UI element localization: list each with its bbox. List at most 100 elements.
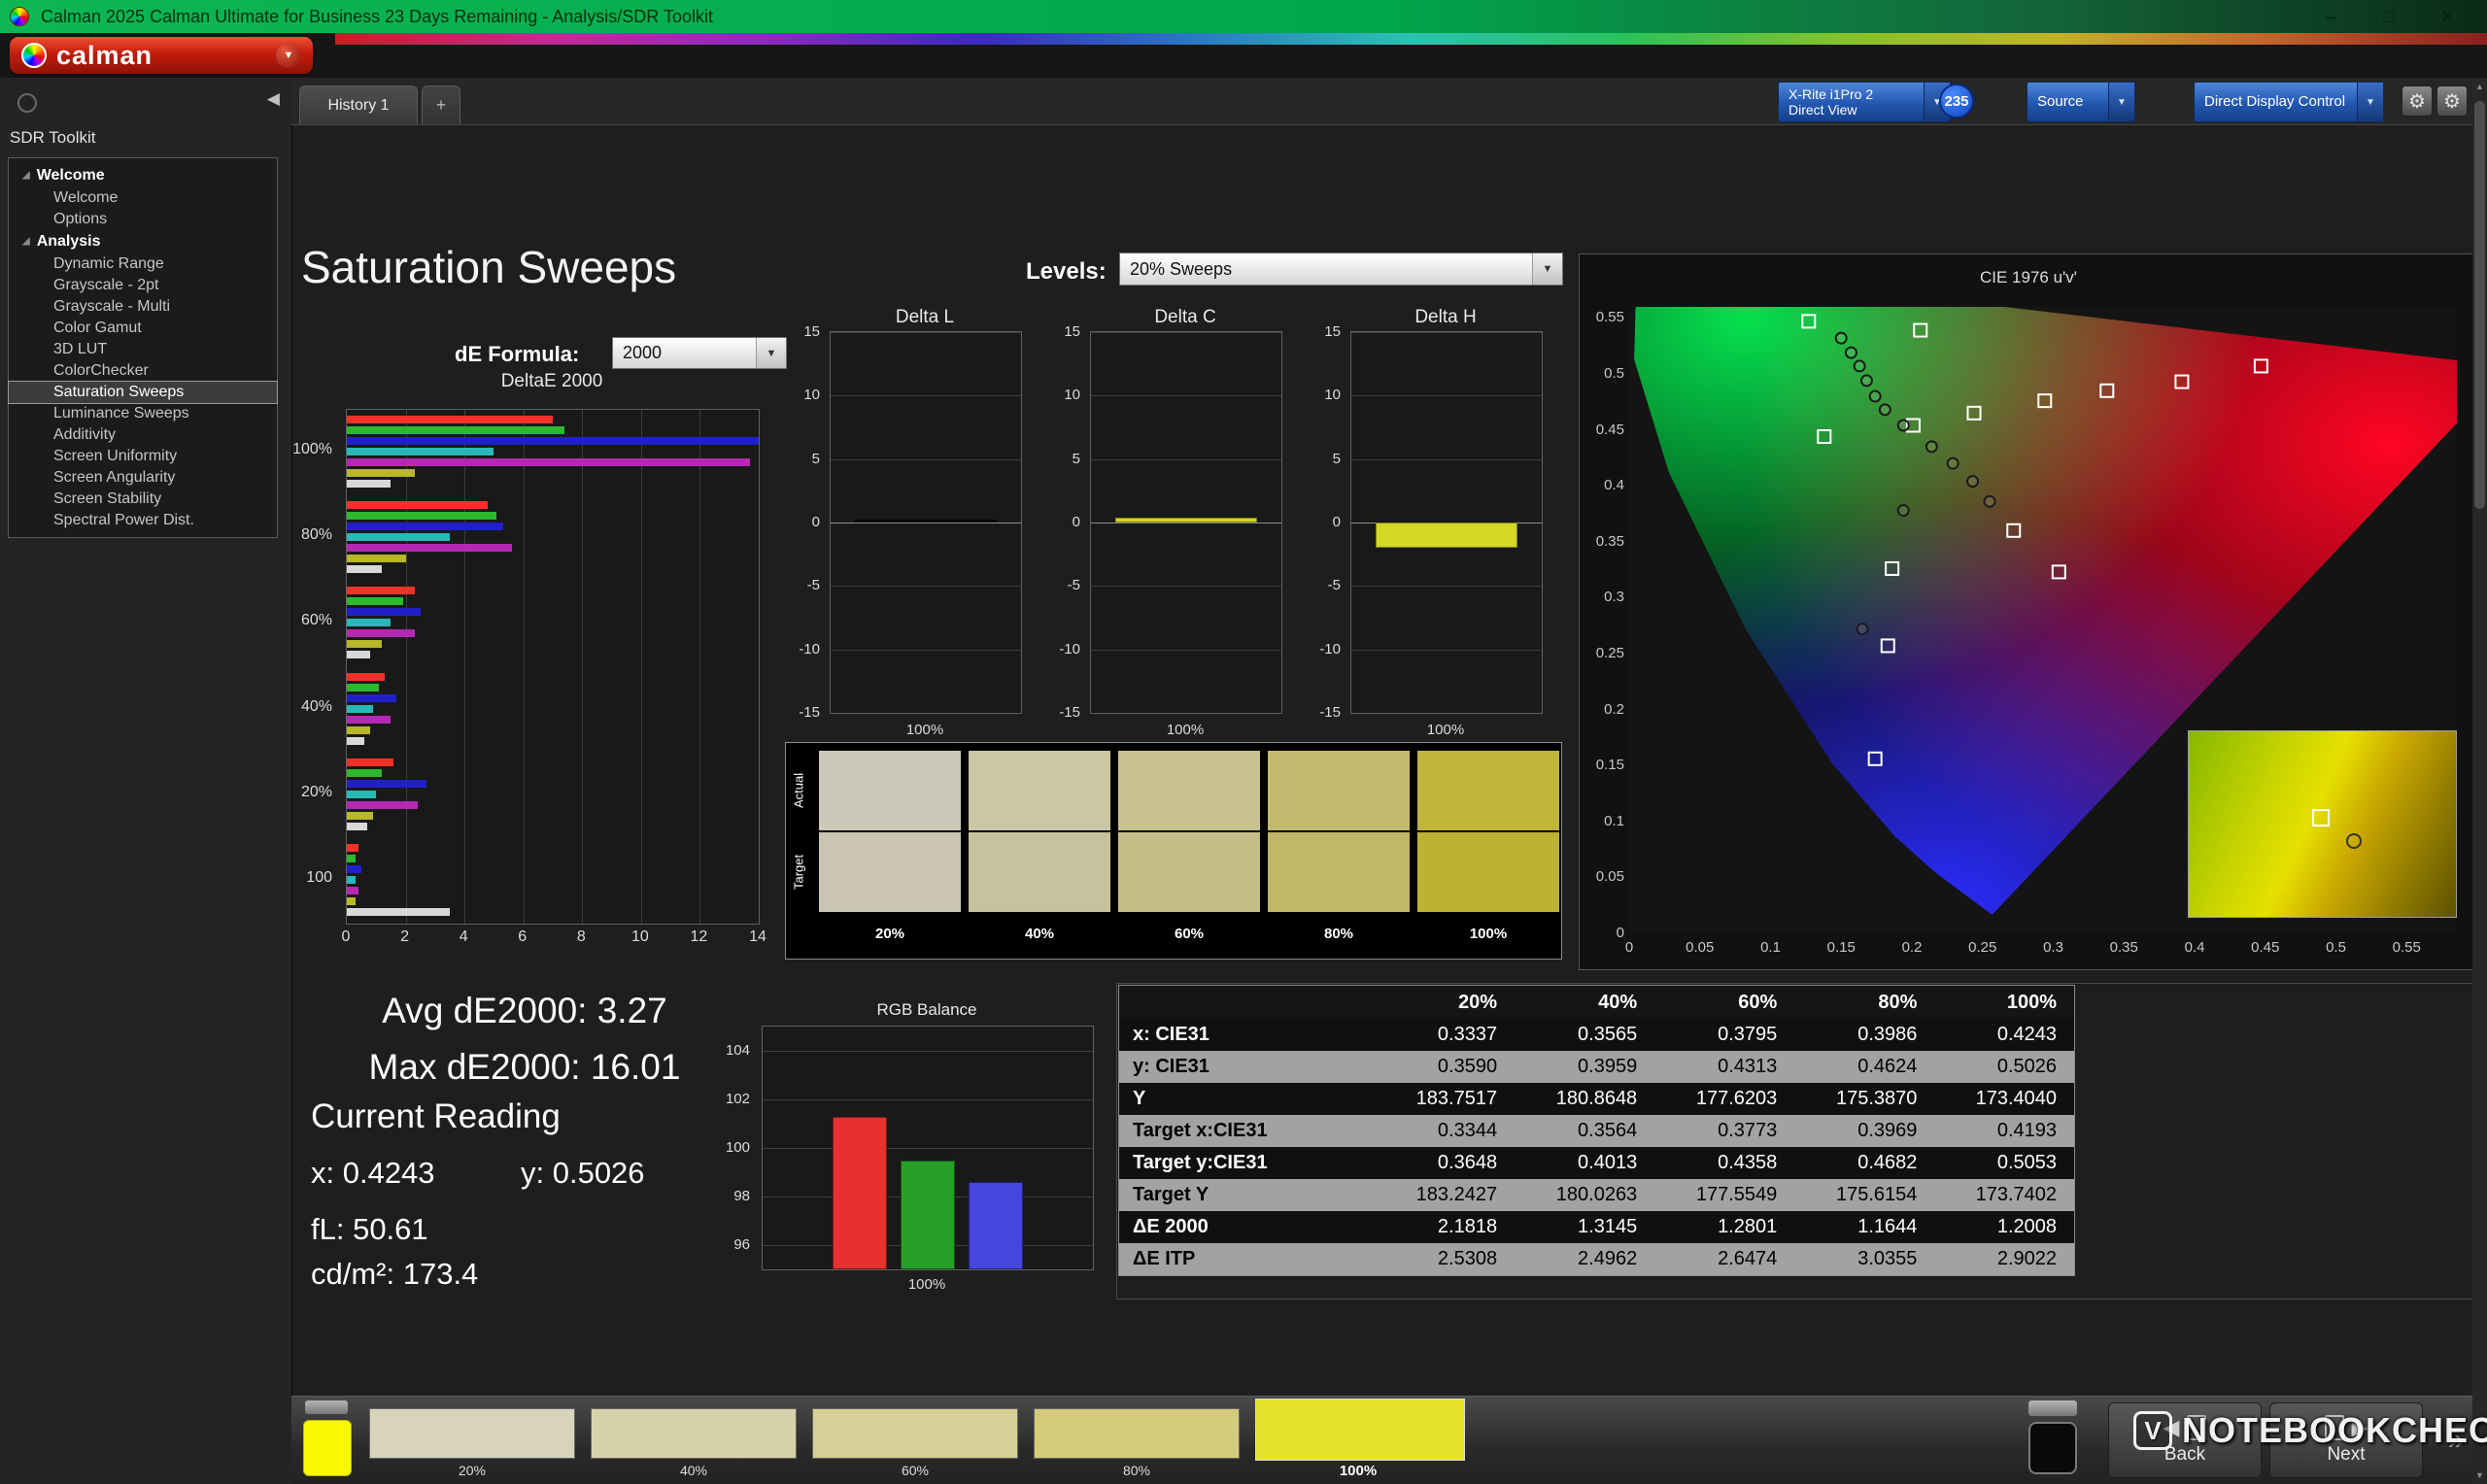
deltae-bar — [347, 876, 356, 884]
axis-tick-label: 10 — [624, 928, 657, 946]
sidebar-item-color-gamut[interactable]: Color Gamut — [9, 318, 277, 339]
deltae-bar — [347, 448, 494, 455]
calman-logo-text: calman — [56, 43, 153, 69]
scroll-up-button[interactable]: ▲ — [2472, 78, 2487, 95]
current-patch-swatch[interactable] — [303, 1420, 352, 1476]
chevron-down-icon[interactable]: ▼ — [2357, 83, 2383, 121]
next-button[interactable]: ▶ Next — [2269, 1402, 2423, 1478]
sidebar-item-grayscale-2pt[interactable]: Grayscale - 2pt — [9, 275, 277, 296]
scrollbar-thumb[interactable] — [2474, 101, 2485, 509]
axis-tick-label: 10 — [1292, 387, 1341, 403]
sidebar-item-screen-stability[interactable]: Screen Stability — [9, 489, 277, 510]
axis-tick-label: 98 — [699, 1188, 750, 1204]
back-button[interactable]: ◀ Back — [2108, 1402, 2262, 1478]
calman-logo-button[interactable]: calman ▼ — [10, 37, 313, 74]
workflow-icon[interactable] — [17, 93, 37, 113]
add-tab-button[interactable]: + — [422, 85, 460, 124]
deltae-bar — [347, 619, 391, 626]
table-row-x-cie31: x: CIE310.33370.35650.37950.39860.4243 — [1119, 1019, 2075, 1051]
display-control-dropdown[interactable]: Direct Display Control ▼ — [2194, 82, 2384, 122]
deltae-bar — [347, 812, 373, 820]
sidebar-item-screen-angularity[interactable]: Screen Angularity — [9, 467, 277, 489]
swatch-level-label: 20% — [819, 926, 961, 942]
settings-button[interactable]: ⚙ — [2402, 85, 2433, 117]
sidebar-item-spectral-power-dist[interactable]: Spectral Power Dist. — [9, 510, 277, 531]
grid-line — [759, 410, 760, 924]
source-dropdown[interactable]: Source ▼ — [2027, 82, 2135, 122]
sidebar-item-3d-lut[interactable]: 3D LUT — [9, 339, 277, 360]
current-fl: fL: 50.61 — [311, 1212, 428, 1247]
table-corner-header — [1119, 986, 1376, 1020]
deltae-bar — [347, 823, 367, 830]
sidebar-item-additivity[interactable]: Additivity — [9, 424, 277, 446]
patch-swatch-100[interactable] — [1255, 1399, 1465, 1461]
grid-line — [1091, 586, 1281, 587]
sidebar-collapse-button[interactable]: ◀ — [267, 89, 280, 109]
axis-tick-label: 0.1 — [1582, 813, 1624, 829]
delta-c-bar — [1115, 518, 1256, 523]
vertical-scrollbar[interactable]: ▲ ▼ — [2472, 78, 2487, 1484]
deltae-bar — [347, 523, 503, 530]
axis-tick-label: 4 — [447, 928, 480, 946]
close-button[interactable]: ✕ — [2433, 7, 2462, 27]
table-cell: 173.4040 — [1934, 1083, 2074, 1115]
axis-tick-label: 0.55 — [2385, 939, 2428, 956]
sidebar-item-options[interactable]: Options — [9, 209, 277, 230]
expander-icon[interactable]: ◢ — [22, 232, 30, 252]
tree-section-analysis[interactable]: ◢Analysis — [9, 230, 277, 253]
de-formula-dropdown[interactable]: 2000 ▼ — [612, 337, 787, 369]
table-header-row: 20%40%60%80%100% — [1119, 986, 2075, 1020]
row-label: Target y:CIE31 — [1119, 1147, 1376, 1179]
maximize-button[interactable]: □ — [2374, 7, 2403, 27]
scroll-down-button[interactable]: ▼ — [2472, 1467, 2487, 1484]
table-cell: 183.2427 — [1375, 1179, 1515, 1211]
cie-measurement-marker — [1967, 476, 1978, 487]
sidebar-item-luminance-sweeps[interactable]: Luminance Sweeps — [9, 403, 277, 424]
sidebar-item-dynamic-range[interactable]: Dynamic Range — [9, 253, 277, 275]
levels-dropdown[interactable]: 20% Sweeps ▼ — [1119, 253, 1563, 286]
preferences-button[interactable]: ⚙ — [2436, 85, 2468, 117]
table-cell: 177.6203 — [1654, 1083, 1794, 1115]
patch-popup-button[interactable] — [2028, 1400, 2077, 1416]
y-axis-labels: 1041021009896 — [699, 1026, 754, 1268]
deltae-bar — [347, 416, 553, 423]
sidebar-item-grayscale-multi[interactable]: Grayscale - Multi — [9, 296, 277, 318]
sidebar-item-colorchecker[interactable]: ColorChecker — [9, 360, 277, 382]
grid-line — [641, 410, 642, 924]
patch-swatch-80[interactable] — [1034, 1408, 1240, 1459]
meter-dropdown[interactable]: X-Rite i1Pro 2 Direct View ▼ — [1778, 82, 1951, 122]
blackout-button[interactable] — [2028, 1422, 2077, 1474]
axis-tick-label: 15 — [771, 323, 820, 340]
tab-history-1[interactable]: History 1 — [299, 85, 418, 124]
table-cell: 0.4682 — [1794, 1147, 1934, 1179]
expand-nav-button[interactable]: » — [2436, 1412, 2475, 1468]
sidebar-item-welcome[interactable]: Welcome — [9, 187, 277, 209]
grid-line — [1091, 713, 1281, 714]
expander-icon[interactable]: ◢ — [22, 166, 30, 186]
chevron-down-icon[interactable]: ▼ — [2108, 83, 2134, 121]
sidebar-item-screen-uniformity[interactable]: Screen Uniformity — [9, 446, 277, 467]
patch-swatch-20[interactable] — [369, 1408, 575, 1459]
de-formula-value: 2000 — [613, 343, 662, 363]
axis-tick-label: 0.4 — [2173, 939, 2216, 956]
minimize-button[interactable]: – — [2316, 7, 2345, 27]
axis-tick-label: 0.5 — [2315, 939, 2358, 956]
axis-tick-label: 0.55 — [1582, 309, 1624, 325]
deltae-bar — [347, 640, 382, 648]
deltae-bar — [347, 908, 450, 916]
delta-l-plot-area — [830, 331, 1022, 714]
patch-window-button[interactable] — [305, 1400, 348, 1414]
actual-row-label: Actual — [790, 753, 807, 828]
row-label: x: CIE31 — [1119, 1019, 1376, 1051]
grid-line — [699, 410, 700, 924]
chart-title: DeltaE 2000 — [346, 371, 758, 392]
patch-swatch-60[interactable] — [812, 1408, 1018, 1459]
sidebar-item-saturation-sweeps[interactable]: Saturation Sweeps — [9, 382, 277, 403]
logo-menu-button[interactable]: ▼ — [276, 43, 301, 68]
current-cdm2: cd/m²: 173.4 — [311, 1257, 478, 1292]
axis-tick-label: 40% — [264, 698, 332, 716]
tree-section-welcome[interactable]: ◢Welcome — [9, 164, 277, 187]
axis-tick-label: 0 — [1032, 514, 1080, 530]
patch-swatch-40[interactable] — [591, 1408, 797, 1459]
axis-tick-label: 0 — [1608, 939, 1651, 956]
